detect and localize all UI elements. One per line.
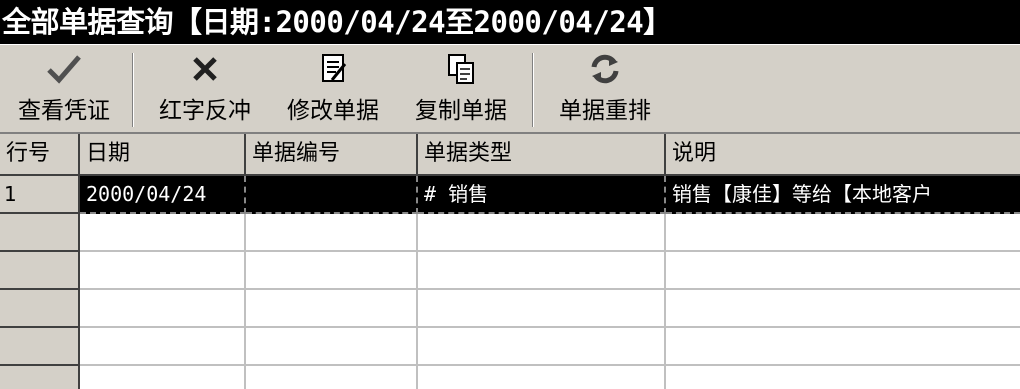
table-cell-description[interactable]: 销售【康佳】等给【本地客户 — [666, 176, 1020, 214]
table-cell[interactable] — [418, 366, 666, 389]
column-header-row-no[interactable]: 行号 — [0, 134, 80, 176]
table-cell[interactable] — [418, 214, 666, 252]
red-reversal-label: 红字反冲 — [159, 98, 251, 124]
documents-table: 行号 日期 单据编号 单据类型 说明 1 2000/04/24 # 销售 销售【… — [0, 134, 1020, 389]
table-cell[interactable] — [418, 290, 666, 328]
table-cell[interactable] — [666, 290, 1020, 328]
reorder-documents-label: 单据重排 — [559, 98, 651, 124]
table-cell-doc-type[interactable]: # 销售 — [418, 176, 666, 214]
table-cell[interactable] — [666, 252, 1020, 290]
table-cell-date[interactable]: 2000/04/24 — [80, 176, 246, 214]
view-voucher-button[interactable]: 查看凭证 — [8, 49, 120, 129]
table-cell[interactable] — [80, 252, 246, 290]
view-voucher-label: 查看凭证 — [18, 98, 110, 124]
table-cell[interactable] — [80, 290, 246, 328]
refresh-icon — [585, 49, 625, 89]
column-header-date[interactable]: 日期 — [80, 134, 246, 176]
edit-document-icon — [313, 49, 353, 89]
column-header-doc-no[interactable]: 单据编号 — [246, 134, 418, 176]
checkmark-icon — [44, 49, 84, 89]
table-cell[interactable] — [418, 252, 666, 290]
table-cell[interactable] — [666, 214, 1020, 252]
red-reversal-button[interactable]: 红字反冲 — [146, 49, 264, 129]
x-mark-icon — [185, 49, 225, 89]
copy-document-icon — [441, 49, 481, 89]
table-cell[interactable] — [666, 328, 1020, 366]
table-cell[interactable] — [246, 366, 418, 389]
reorder-documents-button[interactable]: 单据重排 — [548, 49, 662, 129]
row-header[interactable] — [0, 290, 80, 328]
row-header[interactable] — [0, 328, 80, 366]
table-cell[interactable] — [246, 328, 418, 366]
row-header[interactable] — [0, 214, 80, 252]
row-header[interactable]: 1 — [0, 176, 80, 214]
column-header-description[interactable]: 说明 — [666, 134, 1020, 176]
toolbar-separator — [132, 53, 134, 127]
table-cell[interactable] — [246, 290, 418, 328]
row-header[interactable] — [0, 252, 80, 290]
toolbar-separator — [532, 53, 534, 127]
window-title: 全部单据查询【日期:2000/04/24至2000/04/24】 — [0, 0, 1020, 44]
table-cell[interactable] — [246, 252, 418, 290]
table-cell-doc-no[interactable] — [246, 176, 418, 214]
table-cell[interactable] — [80, 366, 246, 389]
edit-document-label: 修改单据 — [287, 98, 379, 124]
table-cell[interactable] — [80, 214, 246, 252]
column-header-doc-type[interactable]: 单据类型 — [418, 134, 666, 176]
toolbar: 查看凭证 红字反冲 修改单据 复制单据 单据重排 — [0, 44, 1020, 134]
table-cell[interactable] — [80, 328, 246, 366]
table-cell[interactable] — [666, 366, 1020, 389]
row-header[interactable] — [0, 366, 80, 389]
copy-document-label: 复制单据 — [415, 98, 507, 124]
table-cell[interactable] — [246, 214, 418, 252]
table-cell[interactable] — [418, 328, 666, 366]
copy-document-button[interactable]: 复制单据 — [404, 49, 518, 129]
edit-document-button[interactable]: 修改单据 — [276, 49, 390, 129]
